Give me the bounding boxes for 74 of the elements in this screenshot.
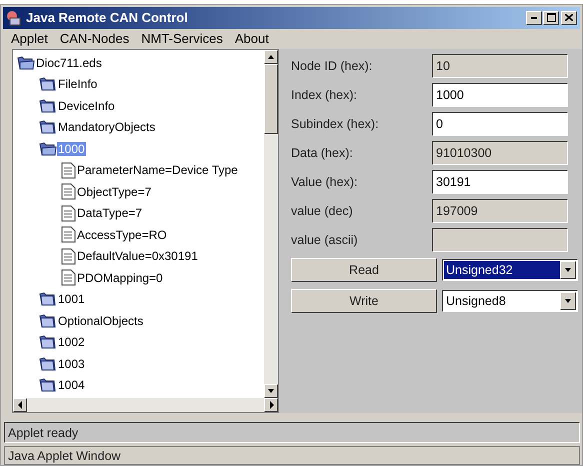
caret-icon <box>564 266 572 273</box>
folder-icon <box>39 312 57 329</box>
status-text: Applet ready <box>8 426 78 440</box>
folder-icon <box>39 377 57 394</box>
tree-item[interactable]: ObjectType=7 <box>76 184 152 199</box>
minimize-button[interactable] <box>526 10 542 25</box>
type-dropdown[interactable]: Unsigned32 <box>442 258 578 281</box>
tree-item[interactable]: AccessType=RO <box>76 228 168 242</box>
close-button[interactable] <box>561 10 577 25</box>
scroll-left-button[interactable] <box>13 398 27 412</box>
folder-icon <box>39 76 57 92</box>
document-icon <box>61 204 76 222</box>
dropdown-button[interactable] <box>560 292 576 310</box>
tree-item[interactable]: PDOMapping=0 <box>76 270 164 285</box>
up-arrow-icon <box>267 54 275 60</box>
field-label: Node ID (hex): <box>291 58 374 73</box>
scroll-right-button[interactable] <box>264 398 278 412</box>
input-field[interactable]: 1000 <box>432 82 568 107</box>
folder-icon <box>39 334 57 350</box>
action-button[interactable]: Write <box>291 288 437 313</box>
caret-icon <box>564 298 572 304</box>
input-field[interactable]: 30191 <box>432 170 568 194</box>
tree-item[interactable]: OptionalObjects <box>57 314 144 328</box>
tree-item[interactable]: MandatoryObjects <box>57 120 156 134</box>
document-icon <box>61 269 76 286</box>
document-icon <box>61 226 76 244</box>
close-icon <box>565 14 573 22</box>
document-icon <box>61 183 76 200</box>
tree-item[interactable]: DeviceInfo <box>57 98 116 113</box>
folder-icon <box>39 291 57 308</box>
field-label: Subindex (hex): <box>291 116 380 131</box>
folder-icon <box>39 119 57 136</box>
document-icon <box>61 248 76 265</box>
menu-item[interactable]: NMT-Services <box>141 30 223 46</box>
minimize-icon <box>531 16 537 19</box>
window-title: Java Remote CAN Control <box>26 10 189 26</box>
field-label: Data (hex): <box>291 146 354 160</box>
right-arrow-icon <box>268 400 274 409</box>
field-label: Value (hex): <box>291 174 358 189</box>
input-field[interactable]: 0 <box>432 112 568 136</box>
maximize-icon <box>546 13 556 22</box>
field-label: value (dec) <box>291 204 354 218</box>
menu-item[interactable]: CAN-Nodes <box>60 30 130 46</box>
scroll-thumb[interactable] <box>264 64 278 134</box>
menu-item[interactable]: Applet <box>11 30 48 46</box>
dropdown-button[interactable] <box>560 260 576 279</box>
open-folder-icon <box>17 54 35 71</box>
menu-item[interactable]: About <box>234 30 269 46</box>
open-folder-icon <box>39 140 57 157</box>
action-button[interactable]: Read <box>291 258 437 282</box>
scroll-up-button[interactable] <box>264 50 278 64</box>
tree-item[interactable]: Dioc711.eds <box>35 56 103 70</box>
scroll-down-button[interactable] <box>264 384 278 398</box>
tree-item[interactable]: ParameterName=Device Type <box>76 163 239 178</box>
maximize-button[interactable] <box>543 10 559 25</box>
tree-item[interactable]: 1003 <box>57 356 86 371</box>
document-icon <box>61 162 76 179</box>
footer-text: Java Applet Window <box>8 448 121 463</box>
tree-item[interactable]: FileInfo <box>57 77 98 92</box>
tree-item[interactable]: DefaultValue=0x30191 <box>76 249 199 264</box>
tree-item[interactable]: DataType=7 <box>76 206 144 220</box>
app-icon <box>6 10 22 26</box>
field-label: Index (hex): <box>291 88 358 102</box>
tree-item[interactable]: 1002 <box>57 335 86 350</box>
vertical-scrollbar[interactable] <box>264 50 278 398</box>
tree-item[interactable]: 1001 <box>57 292 86 306</box>
type-dropdown[interactable]: Unsigned8 <box>442 290 578 312</box>
left-arrow-icon <box>16 400 24 409</box>
tree-item[interactable]: 1004 <box>57 378 86 392</box>
down-arrow-icon <box>267 388 275 394</box>
horizontal-scrollbar[interactable] <box>13 398 278 412</box>
field-label: value (ascii) <box>291 232 359 247</box>
folder-icon <box>39 98 57 114</box>
folder-icon <box>39 356 57 372</box>
